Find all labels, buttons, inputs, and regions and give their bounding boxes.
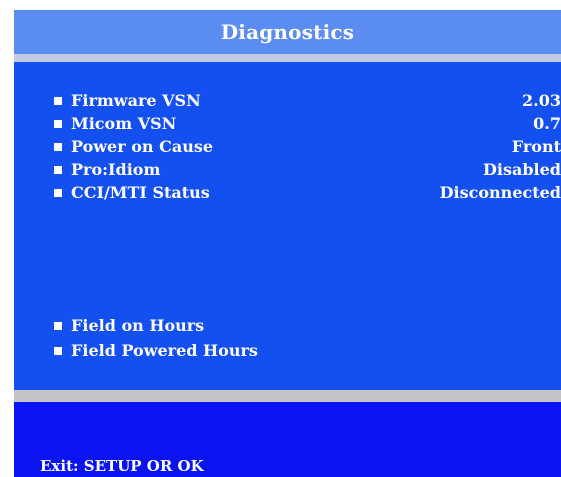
item-value: Disconnected (439, 183, 561, 202)
item-label: Pro:Idiom (71, 160, 161, 179)
menu-item-micom-vsn[interactable]: Micom VSN 0.7 (54, 112, 561, 136)
item-value: 2.03 (522, 91, 561, 110)
item-label: Firmware VSN (71, 91, 201, 110)
item-value: Front (511, 137, 561, 156)
footer-divider (14, 390, 561, 402)
diagnostics-panel: Firmware VSN 2.03 Micom VSN 0.7 Power on… (14, 62, 561, 390)
item-value: Disabled (483, 160, 561, 179)
diagnostics-screen: Diagnostics Firmware VSN 2.03 Micom VSN … (14, 10, 561, 477)
bullet-icon (54, 143, 62, 151)
bullet-icon (54, 166, 62, 174)
menu-item-firmware-vsn[interactable]: Firmware VSN 2.03 (54, 89, 561, 113)
title-bar: Diagnostics (14, 10, 561, 54)
exit-hint: Exit: SETUP OR OK (40, 457, 204, 475)
item-label: Power on Cause (71, 137, 214, 156)
bullet-icon (54, 347, 62, 355)
item-label: CCI/MTI Status (71, 183, 210, 202)
menu-item-pro-idiom[interactable]: Pro:Idiom Disabled (54, 158, 561, 182)
item-label: Micom VSN (71, 114, 177, 133)
bullet-icon (54, 97, 62, 105)
bullet-icon (54, 189, 62, 197)
item-label: Field Powered Hours (71, 341, 258, 360)
menu-item-power-on-cause[interactable]: Power on Cause Front (54, 135, 561, 159)
item-value: 0.7 (533, 114, 561, 133)
bullet-icon (54, 120, 62, 128)
menu-item-cci-mti-status[interactable]: CCI/MTI Status Disconnected (54, 181, 561, 205)
title-divider (14, 54, 561, 62)
item-label: Field on Hours (71, 316, 205, 335)
bullet-icon (54, 322, 62, 330)
menu-item-field-on-hours[interactable]: Field on Hours (54, 314, 561, 338)
page-title: Diagnostics (220, 20, 355, 44)
footer-bar: Exit: SETUP OR OK (14, 402, 561, 477)
menu-item-field-powered-hours[interactable]: Field Powered Hours (54, 339, 561, 363)
